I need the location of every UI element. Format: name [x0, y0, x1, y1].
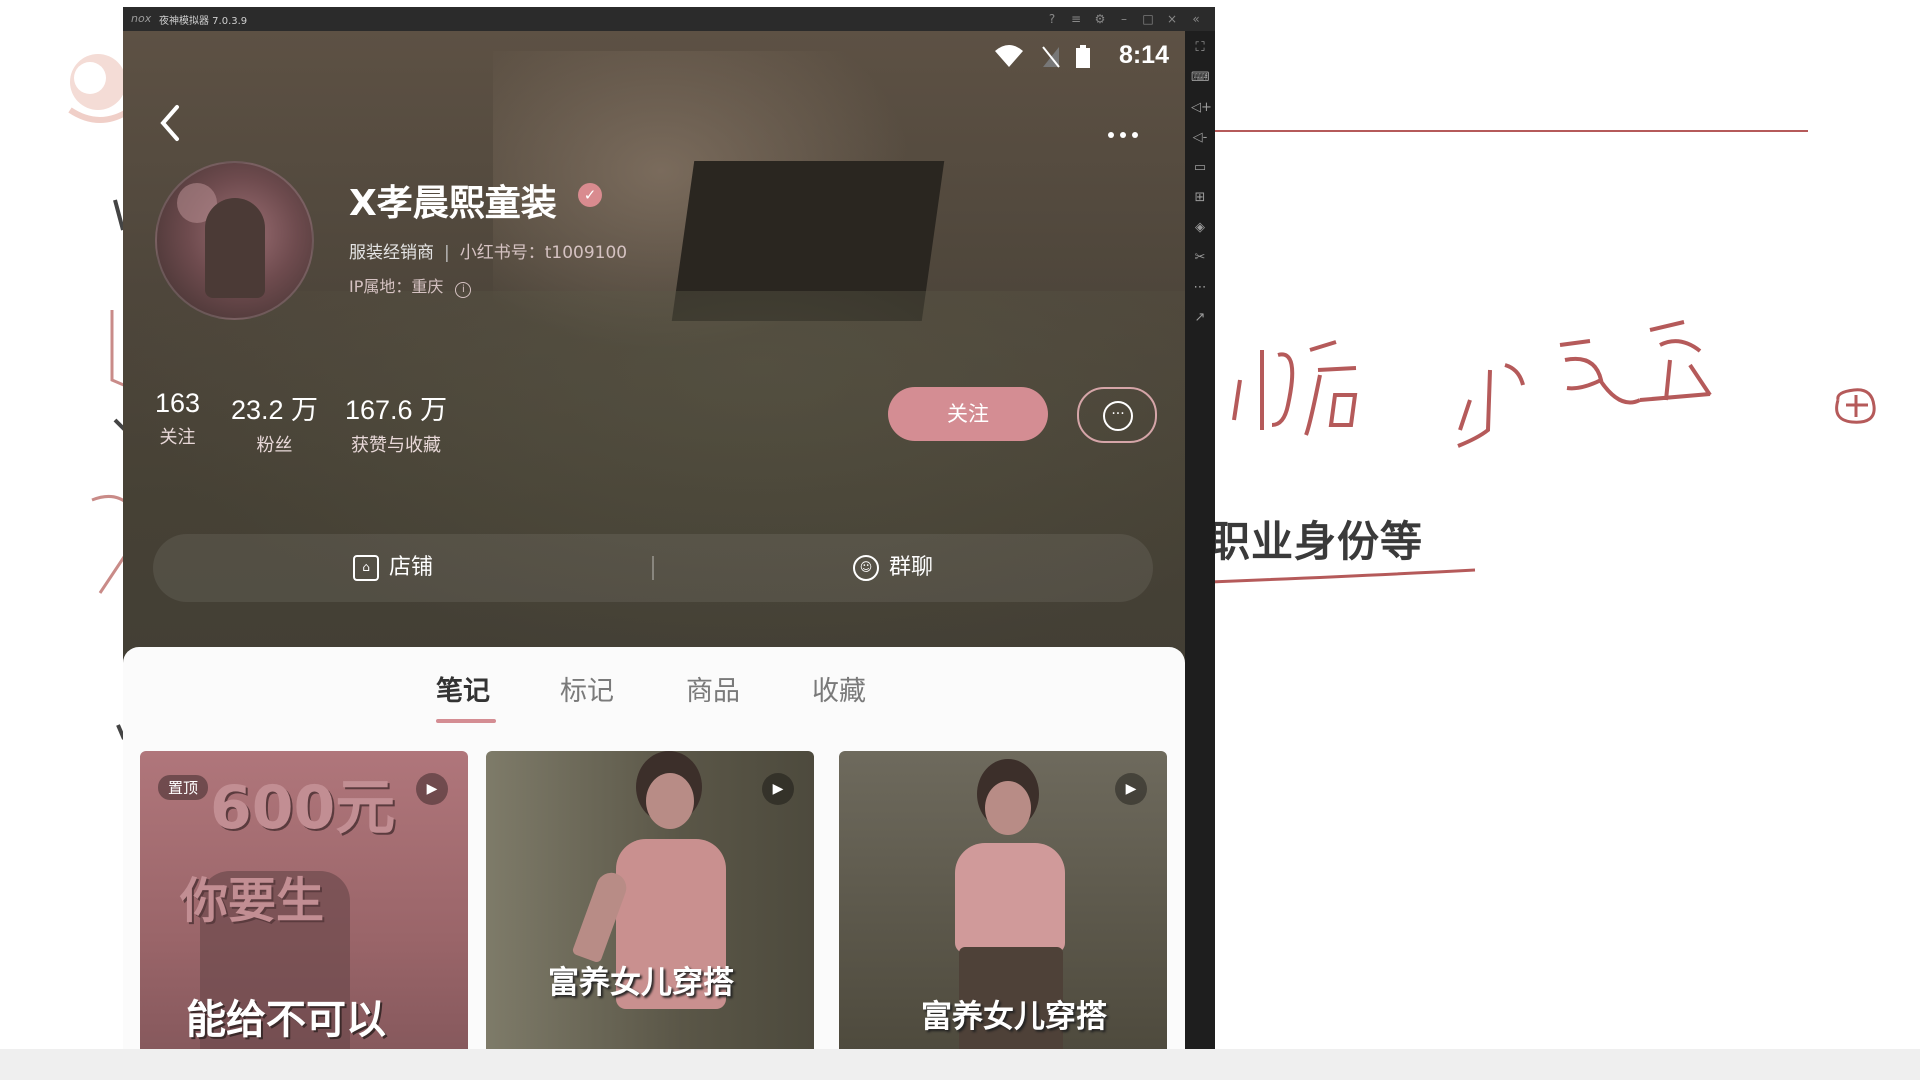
note-overlay-caption: 能给不可以 — [186, 997, 386, 1043]
profile-category: 服装经销商 — [349, 243, 434, 263]
group-icon: ☺ — [853, 555, 879, 581]
stat-value: 23.2 万 — [231, 395, 319, 425]
tab-bar: 笔记 标记 商品 收藏 — [123, 669, 1185, 729]
info-icon[interactable]: i — [455, 282, 472, 298]
avatar[interactable] — [155, 161, 314, 320]
verified-icon[interactable]: ✓ — [578, 183, 602, 207]
note-caption: 富养女儿穿搭 — [921, 999, 1107, 1035]
note-photo-face — [646, 773, 694, 829]
action-bar: ⌂ 店铺 ☺ 群聊 — [153, 534, 1153, 602]
more-tools-icon[interactable]: ⋯ — [1191, 279, 1209, 297]
message-button[interactable]: ··· — [1077, 387, 1157, 443]
pinned-badge: 置顶 — [158, 775, 209, 800]
group-chat-button[interactable]: ☺ 群聊 — [853, 534, 933, 602]
collapse-sidebar-icon[interactable]: « — [1187, 10, 1205, 28]
profile-name: X孝晨熙童装 — [349, 183, 557, 224]
tab-products[interactable]: 商品 — [686, 669, 740, 708]
add-apk-icon[interactable]: ⊞ — [1191, 189, 1209, 207]
emulator-titlebar[interactable]: nox 夜神模拟器 7.0.3.9 ? ≡ ⚙ – □ × « — [123, 7, 1215, 31]
emulator-title: 夜神模拟器 7.0.3.9 — [159, 16, 248, 27]
note-overlay-text: 你要生 — [180, 873, 325, 929]
close-icon[interactable]: × — [1163, 10, 1181, 28]
volume-down-icon[interactable]: ◁- — [1191, 129, 1209, 147]
play-icon: ▶ — [762, 773, 794, 805]
note-card[interactable]: 600元 你要生 能给不可以 置顶 ▶ — [140, 751, 468, 1080]
tab-collections[interactable]: 收藏 — [812, 669, 866, 708]
stat-value: 163 — [155, 388, 201, 418]
stat-followers[interactable]: 23.2 万 粉丝 — [231, 388, 318, 457]
minimize-icon[interactable]: – — [1115, 10, 1133, 28]
back-button[interactable] — [153, 101, 189, 145]
profile-meta: 服装经销商 | 小红书号：t1009100 — [349, 243, 628, 263]
shop-icon: ⌂ — [353, 555, 379, 581]
phone-screen: 8:14 X孝晨熙童装 ✓ 服装经销商 | 小红书号：t1009100 IP属地：重… — [123, 31, 1185, 1080]
action-divider — [652, 556, 654, 580]
shop-button[interactable]: ⌂ 店铺 — [353, 534, 433, 602]
stat-following[interactable]: 163 关注 — [155, 388, 200, 449]
play-icon: ▶ — [1115, 773, 1147, 805]
tab-notes[interactable]: 笔记 — [436, 669, 490, 708]
menu-icon[interactable]: ≡ — [1067, 10, 1085, 28]
battery-icon — [1076, 45, 1090, 68]
whiteboard-text: 职业身份等 — [1208, 517, 1424, 566]
note-card[interactable]: 富养女儿穿搭 ▶ — [486, 751, 814, 1080]
stat-label: 获赞与收藏 — [351, 435, 442, 456]
note-photo-top — [955, 843, 1065, 953]
help-icon[interactable]: ? — [1043, 10, 1061, 28]
fullscreen-icon[interactable]: ⛶ — [1191, 39, 1209, 57]
maximize-icon[interactable]: □ — [1139, 10, 1157, 28]
cover-photo-grass — [123, 291, 1185, 671]
volume-up-icon[interactable]: ◁+ — [1191, 99, 1212, 117]
settings-icon[interactable]: ⚙ — [1091, 10, 1109, 28]
note-overlay-price: 600元 — [210, 773, 396, 843]
ip-location: IP属地：重庆 i — [349, 273, 472, 298]
stat-label: 关注 — [159, 427, 196, 448]
play-icon: ▶ — [416, 773, 448, 805]
chat-bubble-icon: ··· — [1103, 401, 1133, 431]
profile-id: 小红书号：t1009100 — [459, 243, 628, 263]
taskbar — [0, 1049, 1920, 1080]
shop-label: 店铺 — [389, 555, 434, 580]
back-arrow-icon — [160, 105, 179, 141]
keyboard-icon[interactable]: ⌨ — [1191, 69, 1210, 87]
signal-icon — [1042, 46, 1060, 68]
more-options-button[interactable] — [1108, 123, 1150, 143]
note-photo-face — [985, 781, 1031, 835]
share-icon[interactable]: ↗ — [1191, 309, 1209, 327]
active-tab-indicator — [436, 719, 496, 723]
more-dots-icon — [1108, 132, 1114, 138]
screen-icon[interactable]: ▭ — [1191, 159, 1209, 177]
stat-label: 粉丝 — [256, 435, 293, 456]
stat-value: 167.6 万 — [345, 395, 448, 425]
group-label: 群聊 — [889, 555, 934, 580]
follow-button[interactable]: 关注 — [888, 387, 1048, 441]
note-caption: 富养女儿穿搭 — [548, 965, 734, 1001]
emulator-sidebar: ⛶ ⌨ ◁+ ◁- ▭ ⊞ ◈ ✂ ⋯ ↗ — [1185, 31, 1215, 1080]
stat-likes-collections[interactable]: 167.6 万 获赞与收藏 — [345, 388, 447, 457]
ip-location-text: IP属地：重庆 — [349, 277, 444, 296]
emulator-logo: nox — [131, 12, 152, 25]
scissors-icon[interactable]: ✂ — [1191, 249, 1209, 267]
wifi-icon — [995, 45, 1023, 67]
emulator-window: nox 夜神模拟器 7.0.3.9 ? ≡ ⚙ – □ × « ⛶ ⌨ ◁+ ◁… — [123, 7, 1215, 1080]
bag-icon[interactable]: ◈ — [1191, 219, 1209, 237]
content-panel: 笔记 标记 商品 收藏 600元 你要生 能给不可以 置顶 ▶ 富养女儿穿搭 ▶… — [123, 647, 1185, 1080]
status-clock: 8:14 — [1118, 41, 1169, 69]
tab-tags[interactable]: 标记 — [560, 669, 614, 708]
note-card[interactable]: 富养女儿穿搭 ▶ — [839, 751, 1167, 1080]
